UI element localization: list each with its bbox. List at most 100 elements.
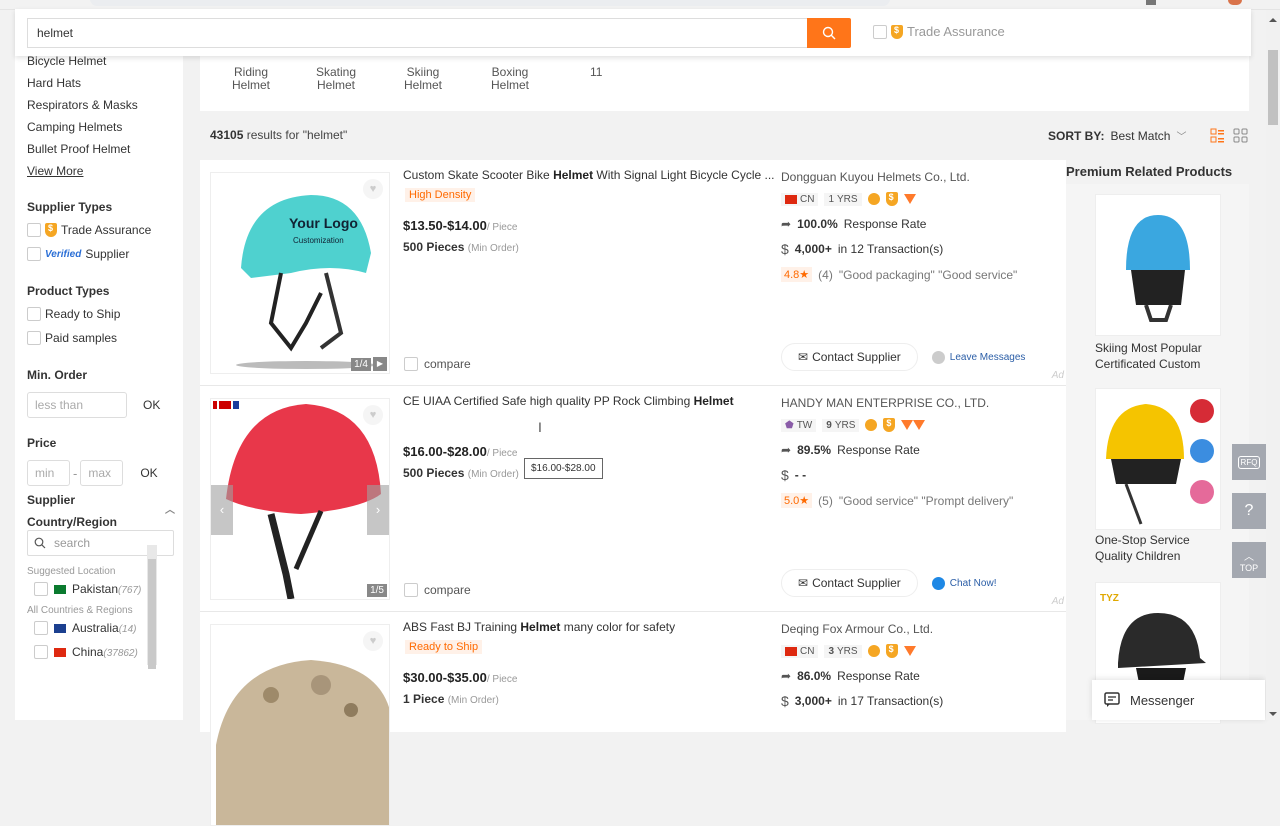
chevron-up-icon: ︿ (1244, 551, 1254, 563)
search-input[interactable] (27, 18, 808, 48)
messenger-button[interactable]: Messenger (1092, 680, 1265, 720)
china-flag-icon (54, 647, 66, 657)
related-search-item[interactable]: Riding Helmet (232, 66, 270, 92)
page-scrollbar[interactable] (1266, 10, 1280, 720)
related-search-item[interactable]: Skating Helmet (316, 66, 356, 92)
country-name: Pakistan (72, 582, 119, 596)
scroll-up-arrow[interactable] (1269, 18, 1277, 22)
yellow-helmet-image (1106, 399, 1214, 525)
price-ok-button[interactable]: OK (130, 460, 168, 486)
red-helmet-image (213, 401, 381, 599)
dollar-icon: $ (781, 693, 789, 709)
category-link[interactable]: Camping Helmets (27, 116, 177, 138)
search-button[interactable] (807, 18, 851, 48)
country-count: (767) (118, 585, 142, 596)
gold-supplier-icon (867, 645, 880, 657)
product-title[interactable]: CE UIAA Certified Safe high quality PP R… (403, 394, 734, 408)
filter-verified-supplier[interactable]: Verified Supplier (27, 242, 177, 266)
contact-supplier-button[interactable]: ✉ Contact Supplier (781, 569, 918, 597)
product-image[interactable]: ♥ (210, 624, 390, 826)
checkbox[interactable] (27, 223, 41, 237)
premium-product-title[interactable]: Skiing Most Popular Certificated Custom (1095, 340, 1245, 372)
teal-helmet-image: Your Logo Customization (236, 195, 376, 369)
compare-checkbox[interactable]: compare (404, 357, 471, 371)
grid-view-icon[interactable] (1233, 128, 1248, 143)
category-link[interactable]: Bullet Proof Helmet (27, 138, 177, 160)
prev-image-arrow[interactable]: ‹ (211, 485, 233, 535)
chat-now-link[interactable]: Chat Now! (931, 576, 996, 590)
supplier-name[interactable]: Deqing Fox Armour Co., Ltd. (781, 620, 1061, 638)
premium-product[interactable]: Skiing Most Popular Certificated Custom (1066, 184, 1249, 380)
diamond-icon (913, 420, 926, 430)
product-title[interactable]: ABS Fast BJ Training Helmet many color f… (403, 620, 675, 634)
related-search-item[interactable]: 11 (590, 66, 602, 79)
checkbox[interactable] (34, 582, 48, 596)
category-link[interactable]: Hard Hats (27, 72, 177, 94)
country-count: (37862) (103, 648, 138, 659)
star-icon: ★ (799, 495, 810, 507)
product-card: Your Logo Customization ♥ 1/4 ▶ Custom S… (200, 160, 1066, 386)
pakistan-flag-icon (54, 584, 66, 594)
sort-dropdown[interactable]: SORT BY: Best Match ﹀ (1048, 128, 1186, 144)
product-title[interactable]: Custom Skate Scooter Bike Helmet With Si… (403, 168, 775, 182)
ad-label: Ad (1051, 596, 1064, 607)
trade-assurance-filter[interactable]: Trade Assurance (873, 24, 1005, 39)
view-more-link[interactable]: View More (27, 160, 177, 182)
country-list-scrollbar[interactable] (147, 545, 157, 669)
transactions: $3,000+ in 17 Transaction(s) (781, 693, 944, 709)
trade-assurance-checkbox[interactable] (873, 24, 887, 39)
premium-product-title[interactable]: One-Stop Service Quality Children (1095, 532, 1245, 564)
premium-product[interactable]: One-Stop Service Quality Children (1066, 380, 1249, 576)
min-order: 1 Piece (Min Order) (403, 692, 499, 706)
checkbox[interactable] (27, 331, 41, 345)
product-image[interactable]: Your Logo Customization ♥ 1/4 ▶ (210, 172, 390, 374)
trade-assurance-shield-icon (45, 223, 57, 237)
leave-messages-link[interactable]: Leave Messages (931, 350, 1025, 364)
chat-offline-icon (931, 350, 945, 364)
filter-trade-assurance[interactable]: Trade Assurance (27, 218, 177, 242)
related-search-item[interactable]: Boxing Helmet (491, 66, 529, 92)
scroll-down-arrow[interactable] (1269, 712, 1277, 716)
results-bar: 43105 results for "helmet" SORT BY: Best… (200, 120, 1249, 150)
favorite-heart-icon[interactable]: ♥ (363, 631, 383, 651)
related-search-item[interactable]: Skiing Helmet (404, 66, 442, 92)
country-heading[interactable]: Supplier Country/Region ︿ (27, 493, 177, 529)
premium-product-image[interactable] (1095, 388, 1221, 530)
play-icon[interactable]: ▶ (373, 357, 387, 371)
price-max-input[interactable]: max (80, 460, 124, 486)
min-order-ok-button[interactable]: OK (133, 392, 171, 418)
filter-ready-to-ship[interactable]: Ready to Ship (27, 302, 177, 326)
contact-supplier-button[interactable]: ✉ Contact Supplier (781, 343, 918, 371)
supplier-name[interactable]: Dongguan Kuyou Helmets Co., Ltd. (781, 168, 1061, 186)
checkbox[interactable] (34, 621, 48, 635)
rfq-button[interactable]: RFQ (1232, 444, 1266, 480)
min-order-input[interactable]: less than (27, 392, 127, 418)
scrollbar-thumb[interactable] (1268, 50, 1278, 125)
chevron-up-icon[interactable]: ︿ (165, 500, 175, 522)
premium-product-image[interactable] (1095, 194, 1221, 336)
price-min-input[interactable]: min (27, 460, 70, 486)
checkbox[interactable] (27, 307, 41, 321)
camo-helmet-image (216, 660, 389, 825)
list-view-icon[interactable] (1210, 128, 1225, 143)
trade-assurance-shield-icon (885, 644, 898, 658)
avatar[interactable] (1228, 0, 1242, 5)
favorite-heart-icon[interactable]: ♥ (363, 405, 383, 425)
filter-label: Ready to Ship (45, 307, 121, 321)
next-image-arrow[interactable]: › (367, 485, 389, 535)
product-image[interactable]: ‹ › ♥ 1/5 (210, 398, 390, 600)
years-badge: 1 YRS (824, 192, 862, 206)
category-link[interactable]: Respirators & Masks (27, 94, 177, 116)
back-to-top-button[interactable]: ︿ TOP (1232, 542, 1266, 578)
filter-paid-samples[interactable]: Paid samples (27, 326, 177, 350)
favorite-heart-icon[interactable]: ♥ (363, 179, 383, 199)
trade-assurance-shield-icon (883, 418, 896, 432)
checkbox[interactable] (27, 247, 41, 261)
compare-checkbox[interactable]: compare (404, 583, 471, 597)
checkbox[interactable] (34, 645, 48, 659)
related-searches: Riding Helmet Skating Helmet Skiing Helmet … (200, 56, 1249, 111)
toolbar-icon[interactable] (1146, 0, 1156, 5)
filter-label: Paid samples (45, 331, 118, 345)
feedback-button[interactable]: ? (1232, 493, 1266, 529)
supplier-name[interactable]: HANDY MAN ENTERPRISE CO., LTD. (781, 394, 1061, 412)
